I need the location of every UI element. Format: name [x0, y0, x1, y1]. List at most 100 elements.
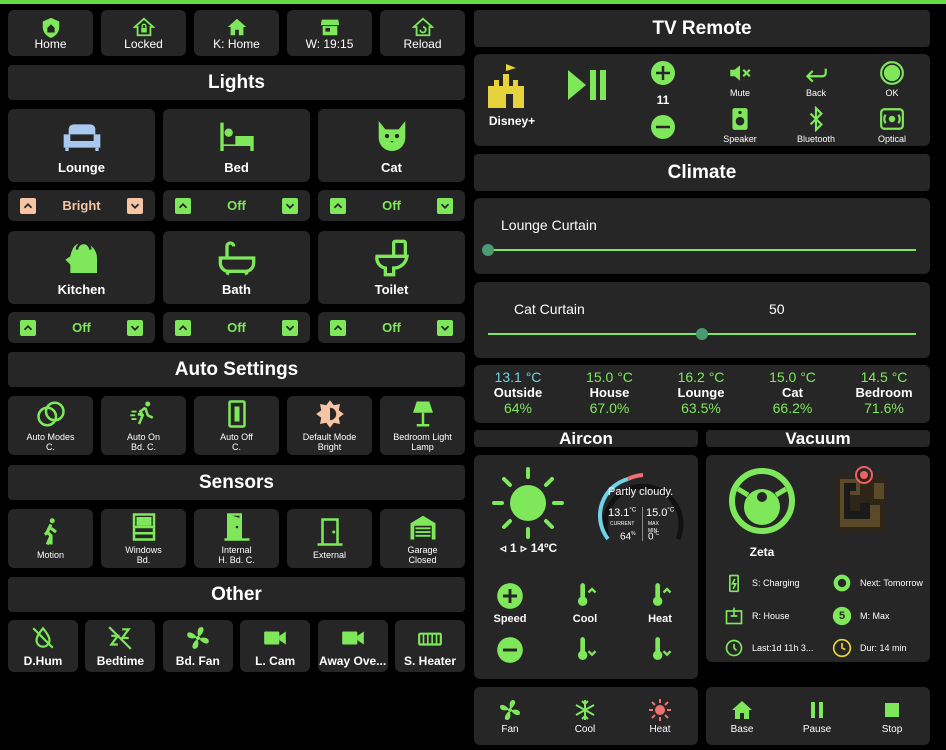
lounge-curtain-slider-track[interactable] — [488, 249, 916, 251]
climate-room-outside[interactable]: 13.1 °C Outside 64% — [472, 369, 564, 416]
sensors-tile-3[interactable]: External — [287, 509, 372, 568]
vacuum-pause-button[interactable]: Pause — [795, 691, 839, 741]
top-nav-k-home-button[interactable]: K: Home — [194, 10, 279, 56]
top-nav-reload-button[interactable]: Reload — [380, 10, 465, 56]
brightness-down-button[interactable] — [127, 197, 143, 214]
brightness-up-button[interactable] — [330, 197, 346, 214]
play-pause-icon[interactable] — [566, 68, 610, 102]
other-s-heater-button[interactable]: S. Heater — [395, 620, 465, 672]
other-away-ove--button[interactable]: Away Ove... — [317, 620, 388, 672]
auto_settings-tile-3[interactable]: Default Mode Bright — [287, 396, 372, 455]
sensors-tile-2[interactable]: Internal H. Bd. C. — [194, 509, 279, 568]
lounge-curtain-slider-knob[interactable] — [482, 244, 494, 256]
lounge-curtain-card[interactable]: Lounge Curtain — [474, 198, 930, 274]
room-temp: 15.0 °C — [586, 369, 633, 385]
aircon-speed-down-button[interactable] — [484, 635, 536, 665]
aircon-heat-up-button[interactable]: Heat — [634, 579, 686, 627]
tile-line2: Bd. — [136, 555, 151, 565]
vacuum-action-label: Base — [730, 723, 754, 735]
other-l-cam-button[interactable]: L. Cam — [240, 620, 311, 672]
aircon-speed-up-button[interactable]: Speed — [484, 579, 536, 627]
top-nav-home-button[interactable]: Home — [8, 10, 93, 56]
climate-room-lounge[interactable]: 16.2 °C Lounge 63.5% — [655, 369, 747, 416]
aircon-mode-cool[interactable]: Cool — [563, 691, 607, 741]
fan-icon — [498, 698, 522, 722]
snowflake-icon — [573, 698, 597, 722]
tv-optical-button[interactable]: Optical — [870, 104, 914, 146]
aircon-cool-up-button[interactable]: Cool — [559, 579, 611, 627]
volume-down-icon[interactable] — [650, 114, 676, 140]
aircon-mode-heat[interactable]: Heat — [638, 691, 682, 741]
tile-line1: Auto Modes — [26, 432, 75, 442]
aircon-mode-label: Fan — [501, 723, 519, 735]
tv-bluetooth-button[interactable]: Bluetooth — [794, 104, 838, 146]
vacuum-stop-button[interactable]: Stop — [870, 691, 914, 741]
uv-increase-icon[interactable]: ▹ — [521, 541, 527, 555]
top-nav-w-19-15-button[interactable]: W: 19:15 — [287, 10, 372, 56]
auto_settings-tile-0[interactable]: Auto Modes C. — [8, 396, 93, 455]
climate-room-house[interactable]: 15.0 °C House 67.0% — [564, 369, 656, 416]
volume-up-icon[interactable] — [650, 60, 676, 86]
brightness-up-button[interactable] — [330, 319, 346, 336]
aircon-mode-fan[interactable]: Fan — [488, 691, 532, 741]
uv-decrease-icon[interactable]: ◃ — [500, 541, 506, 555]
vacuum-action-label: Pause — [802, 723, 832, 735]
auto_settings-tile-4[interactable]: Bedroom Light Lamp — [380, 396, 465, 455]
sun-icon — [492, 467, 564, 539]
light-lounge-tile[interactable]: Lounge — [8, 109, 155, 182]
robot-vacuum-icon[interactable] — [728, 467, 796, 535]
cat-curtain-slider-knob[interactable] — [696, 328, 708, 340]
fan-icon — [185, 625, 211, 651]
light-cat-tile[interactable]: Cat — [318, 109, 465, 182]
room-name: Cat — [782, 385, 803, 400]
aircon-cool-down-button[interactable] — [559, 635, 611, 665]
climate-room-bedroom[interactable]: 14.5 °C Bedroom 71.6% — [838, 369, 930, 416]
light-kitchen-tile[interactable]: Kitchen — [8, 231, 155, 304]
other-bd-fan-button[interactable]: Bd. Fan — [162, 620, 233, 672]
sensors-tile-0[interactable]: Motion — [8, 509, 93, 568]
brightness-down-button[interactable] — [127, 319, 143, 336]
brightness-up-button[interactable] — [175, 197, 191, 214]
brightness-down-button[interactable] — [437, 319, 453, 336]
disney-castle-icon[interactable] — [484, 60, 539, 110]
top-nav-locked-button[interactable]: Locked — [101, 10, 186, 56]
brightness-down-button[interactable] — [282, 319, 298, 336]
brightness-up-button[interactable] — [20, 319, 36, 336]
light-toilet-tile[interactable]: Toilet — [318, 231, 465, 304]
brightness-down-button[interactable] — [282, 197, 298, 214]
sensors-tile-1[interactable]: Windows Bd. — [101, 509, 186, 568]
brightness-up-button[interactable] — [175, 319, 191, 336]
room-humidity: 67.0% — [589, 400, 630, 416]
tv-mute-button[interactable]: Mute — [718, 58, 762, 100]
tile-line1: Motion — [36, 550, 64, 560]
other-label: D.Hum — [23, 653, 63, 668]
climate-room-cat[interactable]: 15.0 °C Cat 66.2% — [747, 369, 839, 416]
light-bath-tile[interactable]: Bath — [163, 231, 310, 304]
volume-level: 11 — [656, 93, 670, 107]
vacuum-base-button[interactable]: Base — [720, 691, 764, 741]
number-circle-icon: 5 — [832, 606, 852, 626]
door-open-icon — [222, 512, 252, 542]
min-temp: 0°C — [648, 531, 660, 543]
tv-ok-button[interactable]: OK — [870, 58, 914, 100]
light-control-row: Off — [163, 190, 310, 221]
cat-curtain-card[interactable]: Cat Curtain 50 — [474, 282, 930, 358]
stop-icon — [880, 698, 904, 722]
auto_settings-tile-1[interactable]: Auto On Bd. C. — [101, 396, 186, 455]
light-control-row: Off — [163, 312, 310, 343]
auto_settings-tile-2[interactable]: Auto Off C. — [194, 396, 279, 455]
tv-back-button[interactable]: Back — [794, 58, 838, 100]
sensors-tile-4[interactable]: Garage Closed — [380, 509, 465, 568]
light-bed-tile[interactable]: Bed — [163, 109, 310, 182]
brightness-down-button[interactable] — [437, 197, 453, 214]
aircon-heat-down-button[interactable] — [634, 635, 686, 665]
tv-speaker-button[interactable]: Speaker — [718, 104, 762, 146]
lamp-icon — [408, 399, 438, 429]
brightness-up-button[interactable] — [20, 197, 36, 214]
other-label: L. Cam — [255, 653, 296, 668]
room-temp: 16.2 °C — [677, 369, 725, 385]
other-d-hum-button[interactable]: D.Hum — [8, 620, 78, 672]
vacuum-map-image[interactable] — [834, 463, 892, 535]
other-bedtime-button[interactable]: Bedtime — [85, 620, 156, 672]
humidity-readout: 64% — [620, 531, 636, 543]
